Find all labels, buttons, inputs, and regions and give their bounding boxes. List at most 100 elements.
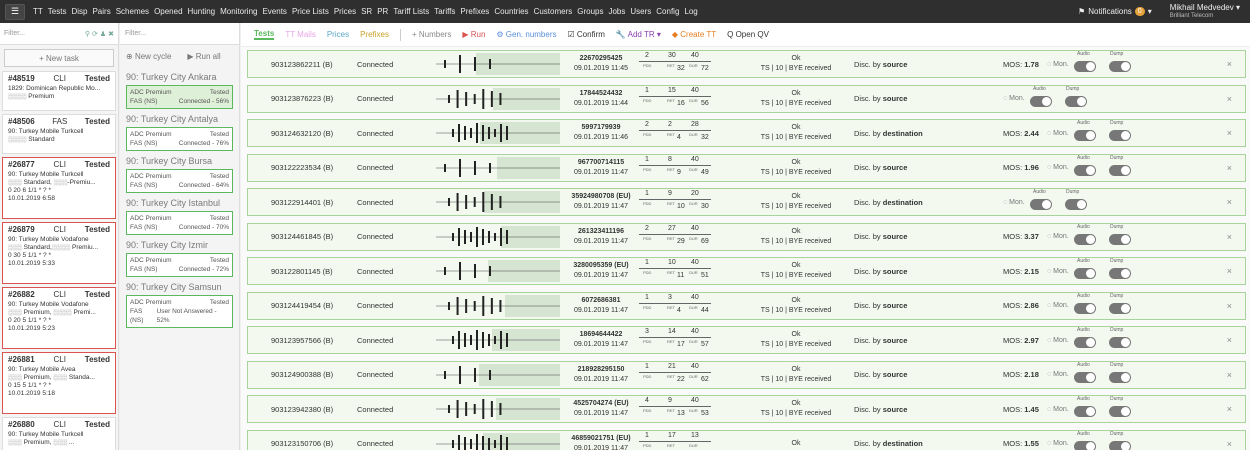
add-numbers-button[interactable]: + Numbers: [412, 30, 451, 39]
dump-toggle[interactable]: [1109, 233, 1131, 245]
nav-item-schemes[interactable]: Schemes: [116, 7, 149, 16]
nav-item-prices[interactable]: Prices: [334, 7, 356, 16]
close-icon[interactable]: ×: [1227, 335, 1232, 345]
audio-toggle[interactable]: [1074, 440, 1096, 450]
dump-toggle[interactable]: [1109, 337, 1131, 348]
dump-toggle[interactable]: [1109, 164, 1131, 176]
notifications-button[interactable]: ⚑ Notifications 0 ▾: [1078, 7, 1152, 16]
cycle-item[interactable]: 90: Turkey City Bursa ADC Premium Tested FA…: [126, 156, 233, 193]
close-icon[interactable]: ×: [1227, 128, 1232, 138]
new-task-button[interactable]: + New task: [4, 49, 114, 67]
nav-item-tt[interactable]: TT: [33, 7, 43, 16]
audio-toggle[interactable]: [1074, 302, 1096, 314]
refresh-icon[interactable]: ⟳: [92, 30, 98, 38]
monitor-button[interactable]: ◌ Mon.: [1047, 302, 1069, 309]
nav-item-jobs[interactable]: Jobs: [608, 7, 625, 16]
call-row[interactable]: 903124900388 (B) Connected 218928295150 09.…: [247, 360, 1246, 389]
nav-item-price-lists[interactable]: Price Lists: [292, 7, 329, 16]
cycle-item[interactable]: 90: Turkey City Antalya ADC Premium Tested…: [126, 114, 233, 151]
dump-toggle[interactable]: [1109, 130, 1131, 141]
call-row[interactable]: 903123862211 (B) Connected 22670295425 09.0…: [247, 50, 1246, 78]
monitor-button[interactable]: ◌ Mon.: [1047, 337, 1069, 344]
nav-item-pr[interactable]: PR: [377, 7, 388, 16]
task-card[interactable]: #26881 CLI Tested 90: Turkey Mobile Avea ░░░…: [2, 352, 116, 414]
audio-toggle[interactable]: [1074, 164, 1096, 176]
close-icon[interactable]: ×: [1227, 404, 1232, 414]
cycle-item[interactable]: 90: Turkey City Izmir ADC Premium Tested FA…: [126, 240, 233, 277]
call-row[interactable]: 903123876223 (B) Connected 17844524432 09.0…: [247, 84, 1246, 113]
user-icon[interactable]: ♟: [100, 30, 106, 38]
nav-item-log[interactable]: Log: [684, 7, 697, 16]
close-icon[interactable]: ×: [1227, 370, 1232, 380]
close-icon[interactable]: ×: [1227, 439, 1232, 449]
audio-toggle[interactable]: [1074, 61, 1096, 72]
search-icon[interactable]: ⚲: [85, 30, 90, 38]
nav-item-countries[interactable]: Countries: [494, 7, 528, 16]
cycle-filter-input[interactable]: Filter...: [125, 30, 235, 37]
audio-toggle[interactable]: [1030, 199, 1052, 210]
close-icon[interactable]: ×: [1227, 232, 1232, 242]
dump-toggle[interactable]: [1109, 61, 1131, 72]
nav-item-events[interactable]: Events: [262, 7, 286, 16]
dump-toggle[interactable]: [1109, 406, 1131, 417]
confirm-button[interactable]: ☑ Confirm: [568, 30, 605, 39]
tab-prices[interactable]: Prices: [327, 30, 349, 39]
monitor-button[interactable]: ◌ Mon.: [1003, 199, 1025, 206]
clear-icon[interactable]: ✖: [108, 30, 114, 38]
cycle-item[interactable]: 90: Turkey City Samsun ADC Premium Tested F…: [126, 282, 233, 328]
nav-item-groups[interactable]: Groups: [577, 7, 603, 16]
cycle-item[interactable]: 90: Turkey City Ankara ADC Premium Tested F…: [126, 72, 233, 109]
monitor-button[interactable]: ◌ Mon.: [1047, 406, 1069, 413]
audio-toggle[interactable]: [1074, 130, 1096, 141]
monitor-button[interactable]: ◌ Mon.: [1047, 268, 1069, 275]
nav-item-pairs[interactable]: Pairs: [92, 7, 110, 16]
call-row[interactable]: 903124632120 (B) Connected 5997179939 09.01…: [247, 119, 1246, 147]
tab-tests[interactable]: Tests: [254, 29, 275, 40]
call-row[interactable]: 903122801145 (B) Connected 3280095359 (EU)…: [247, 257, 1246, 285]
add-tr-button[interactable]: 🔧 Add TR ▾: [616, 30, 661, 39]
close-icon[interactable]: ×: [1227, 59, 1232, 69]
monitor-button[interactable]: ◌ Mon.: [1047, 164, 1069, 171]
nav-item-config[interactable]: Config: [656, 7, 679, 16]
audio-toggle[interactable]: [1074, 406, 1096, 417]
call-row[interactable]: 903123150706 (B) Connected 46859021751 (EU…: [247, 429, 1246, 450]
tab-tt-mails[interactable]: TT Mails: [285, 30, 316, 39]
audio-toggle[interactable]: [1074, 337, 1096, 348]
task-filter-input[interactable]: Filter...: [4, 30, 83, 37]
run-all-button[interactable]: ▶ Run all: [187, 52, 220, 61]
task-card[interactable]: #26880 CLI Tested 90: Turkey Mobile Turkcel…: [2, 417, 116, 450]
close-icon[interactable]: ×: [1227, 197, 1232, 207]
nav-item-prefixes[interactable]: Prefixes: [460, 7, 489, 16]
call-row[interactable]: 903124461845 (B) Connected 261323411196 09.…: [247, 222, 1246, 251]
dump-toggle[interactable]: [1065, 95, 1087, 107]
call-row[interactable]: 903123942380 (B) Connected 4525704274 (EU)…: [247, 395, 1246, 423]
nav-item-tests[interactable]: Tests: [48, 7, 67, 16]
nav-item-users[interactable]: Users: [630, 7, 651, 16]
tab-prefixes[interactable]: Prefixes: [360, 30, 389, 39]
call-row[interactable]: 903122914401 (B) Connected 35924980708 (EU…: [247, 188, 1246, 216]
nav-item-disp[interactable]: Disp: [71, 7, 87, 16]
monitor-button[interactable]: ◌ Mon.: [1047, 371, 1069, 378]
user-menu[interactable]: Mikhail Medvedev ▾ Brilliant Telecom: [1170, 3, 1240, 21]
close-icon[interactable]: ×: [1227, 94, 1232, 104]
nav-item-customers[interactable]: Customers: [534, 7, 573, 16]
audio-toggle[interactable]: [1074, 233, 1096, 245]
audio-toggle[interactable]: [1074, 371, 1096, 383]
task-card[interactable]: #48506 FAS Tested 90: Turkey Mobile Turkcel…: [2, 114, 116, 154]
nav-item-sr[interactable]: SR: [361, 7, 372, 16]
dump-toggle[interactable]: [1109, 371, 1131, 383]
call-row[interactable]: 903122223534 (B) Connected 967700714115 09.…: [247, 153, 1246, 182]
task-card[interactable]: #26879 CLI Tested 90: Turkey Mobile Vodafon…: [2, 222, 116, 284]
audio-toggle[interactable]: [1030, 95, 1052, 107]
call-row[interactable]: 903124419454 (B) Connected 6072686381 09.01…: [247, 291, 1246, 320]
cycle-item[interactable]: 90: Turkey City Istanbul ADC Premium Teste…: [126, 198, 233, 235]
run-button[interactable]: ▶ Run: [462, 30, 485, 39]
dump-toggle[interactable]: [1109, 268, 1131, 279]
dump-toggle[interactable]: [1109, 440, 1131, 450]
close-icon[interactable]: ×: [1227, 266, 1232, 276]
nav-item-tariffs[interactable]: Tariffs: [434, 7, 455, 16]
nav-item-hunting[interactable]: Hunting: [188, 7, 216, 16]
audio-toggle[interactable]: [1074, 268, 1096, 279]
task-card[interactable]: #26882 CLI Tested 90: Turkey Mobile Vodafon…: [2, 287, 116, 349]
monitor-button[interactable]: ◌ Mon.: [1047, 130, 1069, 137]
